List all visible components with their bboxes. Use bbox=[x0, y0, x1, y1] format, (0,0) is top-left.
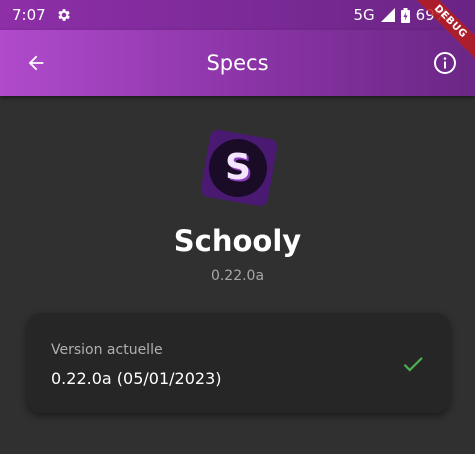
network-type: 5G bbox=[353, 6, 375, 24]
version-value: 0.22.0a (05/01/2023) bbox=[51, 369, 222, 388]
info-icon bbox=[433, 51, 457, 75]
info-button[interactable] bbox=[431, 49, 459, 77]
status-bar: 7:07 5G 69% bbox=[0, 0, 475, 30]
current-version-card: Version actuelle 0.22.0a (05/01/2023) bbox=[27, 313, 450, 413]
version-label: Version actuelle bbox=[51, 342, 163, 358]
gear-icon bbox=[56, 7, 72, 23]
logo-letter: S bbox=[225, 147, 251, 188]
app-logo: S bbox=[199, 128, 279, 208]
check-icon bbox=[400, 351, 426, 377]
app-name: Schooly bbox=[173, 224, 302, 258]
app-version: 0.22.0a bbox=[210, 268, 265, 284]
signal-icon bbox=[380, 8, 395, 22]
logo-circle: S bbox=[209, 139, 267, 197]
app-bar: Specs bbox=[0, 30, 475, 96]
battery-icon bbox=[400, 7, 410, 23]
page-title: Specs bbox=[206, 51, 269, 75]
status-time: 7:07 bbox=[12, 6, 46, 24]
